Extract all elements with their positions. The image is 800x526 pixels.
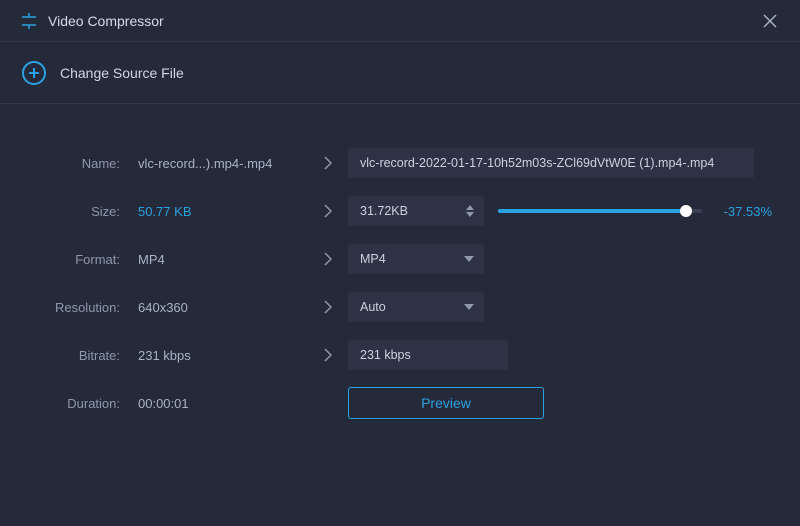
chevron-down-icon — [464, 304, 474, 310]
name-input[interactable] — [348, 148, 754, 178]
chevron-right-icon — [308, 348, 348, 362]
size-original: 50.77 KB — [138, 204, 308, 219]
format-select[interactable]: MP4 — [348, 244, 484, 274]
titlebar: Video Compressor — [0, 0, 800, 42]
size-slider[interactable] — [498, 209, 702, 213]
change-source-row[interactable]: Change Source File — [0, 42, 800, 104]
chevron-right-icon — [308, 300, 348, 314]
size-percent: -37.53% — [716, 204, 772, 219]
label-name: Name: — [28, 156, 138, 171]
row-size: Size: 50.77 KB -37.53% — [28, 187, 772, 235]
name-short: vlc-record...).mp4-.mp4 — [138, 156, 308, 171]
bitrate-input[interactable] — [348, 340, 508, 370]
duration-value: 00:00:01 — [138, 396, 308, 411]
row-duration: Duration: 00:00:01 Preview — [28, 379, 772, 427]
size-stepper[interactable] — [348, 196, 484, 226]
change-source-label: Change Source File — [60, 65, 184, 81]
close-button[interactable] — [760, 11, 780, 31]
row-name: Name: vlc-record...).mp4-.mp4 — [28, 139, 772, 187]
slider-thumb[interactable] — [680, 205, 692, 217]
preview-button[interactable]: Preview — [348, 387, 544, 419]
compress-icon — [20, 12, 38, 30]
row-bitrate: Bitrate: 231 kbps — [28, 331, 772, 379]
plus-circle-icon — [22, 61, 46, 85]
window-title: Video Compressor — [48, 13, 760, 29]
format-original: MP4 — [138, 252, 308, 267]
form: Name: vlc-record...).mp4-.mp4 Size: 50.7… — [0, 104, 800, 447]
label-duration: Duration: — [28, 396, 138, 411]
resolution-select-value: Auto — [360, 300, 386, 314]
stepper-down-icon[interactable] — [466, 212, 474, 217]
chevron-right-icon — [308, 156, 348, 170]
chevron-right-icon — [308, 252, 348, 266]
format-select-value: MP4 — [360, 252, 386, 266]
label-bitrate: Bitrate: — [28, 348, 138, 363]
row-resolution: Resolution: 640x360 Auto — [28, 283, 772, 331]
resolution-original: 640x360 — [138, 300, 308, 315]
chevron-down-icon — [464, 256, 474, 262]
label-size: Size: — [28, 204, 138, 219]
row-format: Format: MP4 MP4 — [28, 235, 772, 283]
resolution-select[interactable]: Auto — [348, 292, 484, 322]
label-resolution: Resolution: — [28, 300, 138, 315]
close-icon — [763, 14, 777, 28]
bitrate-original: 231 kbps — [138, 348, 308, 363]
label-format: Format: — [28, 252, 138, 267]
chevron-right-icon — [308, 204, 348, 218]
stepper-up-icon[interactable] — [466, 205, 474, 210]
